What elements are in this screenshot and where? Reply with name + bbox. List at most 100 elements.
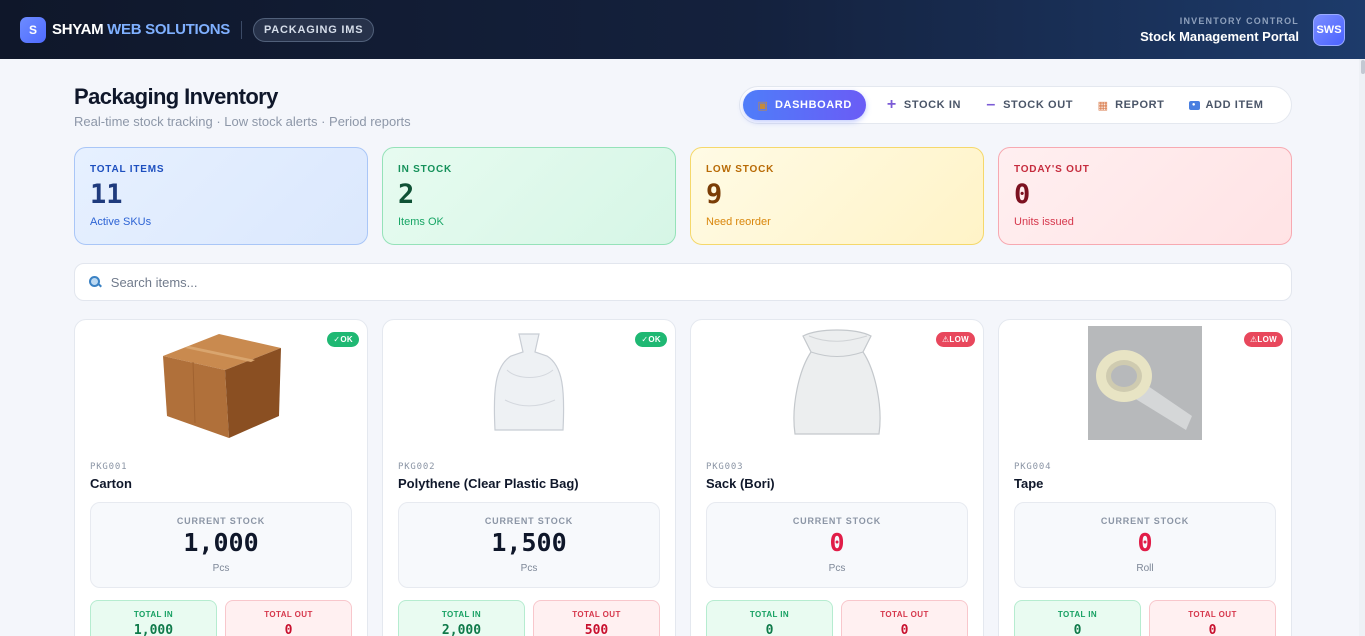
item-card-polythene[interactable]: ✓OK PKG002 Polythene (Clear Plastic Bag)… [382,319,676,636]
stat-sub: Active SKUs [90,216,152,228]
stat-value: 0 [1014,179,1031,210]
item-code: PKG001 [90,462,128,472]
stat-todays-out: TODAY'S OUT 0 Units issued [998,147,1292,245]
stat-total-items: TOTAL ITEMS 11 Active SKUs [74,147,368,245]
avatar[interactable]: SWS [1313,13,1345,46]
total-in-value: 2,000 [441,623,482,636]
bar-chart-icon: ▦ [1097,99,1109,112]
item-card-sack[interactable]: ⚠LOW PKG003 Sack (Bori) CURRENT STOCK 0 … [690,319,984,636]
stock-unit: Pcs [212,563,230,574]
polythene-image [383,324,675,442]
plus-icon: + [886,96,897,113]
stat-label: LOW STOCK [706,164,775,175]
module-pill: PACKAGING IMS [252,17,375,42]
total-out-value: 0 [900,623,909,636]
status-badge: ✓OK [635,332,667,347]
total-in-value: 1,000 [133,623,174,636]
status-badge: ⚠LOW [935,332,975,347]
current-stock-value: 1,000 [183,528,259,557]
total-out-label: TOTAL OUT [880,610,929,619]
item-name: Polythene (Clear Plastic Bag) [398,476,579,491]
current-stock-label: CURRENT STOCK [1100,516,1190,526]
item-name: Tape [1014,476,1044,491]
total-in-value: 0 [765,623,774,636]
nav-report[interactable]: ▦ REPORT [1087,90,1174,120]
total-in-label: TOTAL IN [441,610,482,619]
stat-label: TODAY'S OUT [1014,164,1090,175]
current-stock-label: CURRENT STOCK [484,516,574,526]
total-out-panel: TOTAL OUT 0 [1149,600,1276,636]
total-in-label: TOTAL IN [1057,610,1098,619]
current-stock-panel: CURRENT STOCK 1,500 Pcs [398,502,660,588]
item-card-tape[interactable]: ⚠LOW PKG004 Tape CURRENT STOCK 0 Roll TO… [998,319,1292,636]
status-badge: ⚠LOW [1243,332,1283,347]
total-out-label: TOTAL OUT [1188,610,1237,619]
carton-image [75,324,367,442]
main-nav: ▣ DASHBOARD + STOCK IN – STOCK OUT ▦ REP… [739,86,1292,124]
current-stock-value: 0 [829,528,845,557]
brand-accent: WEB SOLUTIONS [107,21,230,38]
stat-sub: Units issued [1014,216,1074,228]
scrollbar-thumb[interactable] [1361,60,1365,74]
total-in-panel: TOTAL IN 2,000 [398,600,525,636]
total-in-panel: TOTAL IN 0 [706,600,833,636]
section-label: INVENTORY CONTROL [1179,15,1299,26]
brand-divider [240,20,242,39]
search-input[interactable] [110,274,1277,290]
nav-label: STOCK OUT [1003,99,1074,111]
status-badge: ✓OK [327,332,359,347]
brand-main: SHYAM [52,21,104,38]
stat-value: 2 [398,179,415,210]
total-out-panel: TOTAL OUT 0 [841,600,968,636]
total-out-label: TOTAL OUT [572,610,621,619]
total-out-value: 0 [284,623,293,636]
item-name: Sack (Bori) [706,476,775,491]
stock-unit: Roll [1136,563,1154,574]
total-in-label: TOTAL IN [133,610,174,619]
stat-value: 11 [90,179,123,210]
search-icon [89,276,101,288]
current-stock-label: CURRENT STOCK [176,516,266,526]
top-header: S SHYAM WEB SOLUTIONS PACKAGING IMS INVE… [0,0,1365,59]
item-card-carton[interactable]: ✓OK PKG001 Carton CURRENT STOCK 1,000 Pc… [74,319,368,636]
nav-stock-in[interactable]: + STOCK IN [876,90,971,120]
portal-title: Stock Management Portal [1140,28,1299,44]
search-bar [74,263,1292,301]
brand-name[interactable]: SHYAM WEB SOLUTIONS [52,21,230,38]
current-stock-value: 0 [1137,528,1153,557]
scrollbar-track[interactable] [1359,59,1365,636]
item-code: PKG003 [706,462,744,472]
stat-low-stock: LOW STOCK 9 Need reorder [690,147,984,245]
stock-unit: Pcs [520,563,538,574]
stat-sub: Need reorder [706,216,771,228]
stat-sub: Items OK [398,216,444,228]
current-stock-panel: CURRENT STOCK 0 Roll [1014,502,1276,588]
current-stock-panel: CURRENT STOCK 1,000 Pcs [90,502,352,588]
nav-label: STOCK IN [903,99,962,111]
new-icon: ● [1188,100,1200,110]
nav-dashboard[interactable]: ▣ DASHBOARD [743,90,866,120]
page-subtitle: Real-time stock tracking · Low stock ale… [74,114,411,129]
total-in-label: TOTAL IN [749,610,790,619]
box-icon: ▣ [757,99,769,112]
nav-stock-out[interactable]: – STOCK OUT [975,90,1083,120]
total-out-panel: TOTAL OUT 500 [533,600,660,636]
nav-label: ADD ITEM [1205,99,1264,111]
stat-label: TOTAL ITEMS [90,164,165,175]
stock-unit: Pcs [828,563,846,574]
total-out-label: TOTAL OUT [264,610,313,619]
total-in-panel: TOTAL IN 0 [1014,600,1141,636]
logo-icon[interactable]: S [20,16,46,43]
total-out-value: 500 [584,623,609,636]
item-code: PKG004 [1014,462,1052,472]
nav-add-item[interactable]: ● ADD ITEM [1179,90,1274,120]
page-title: Packaging Inventory [74,84,278,109]
stat-in-stock: IN STOCK 2 Items OK [382,147,676,245]
current-stock-panel: CURRENT STOCK 0 Pcs [706,502,968,588]
total-in-value: 0 [1073,623,1082,636]
current-stock-value: 1,500 [491,528,567,557]
stat-value: 9 [706,179,723,210]
item-name: Carton [90,476,132,491]
stat-label: IN STOCK [398,164,452,175]
portal-info: INVENTORY CONTROL Stock Management Porta… [1140,16,1299,44]
